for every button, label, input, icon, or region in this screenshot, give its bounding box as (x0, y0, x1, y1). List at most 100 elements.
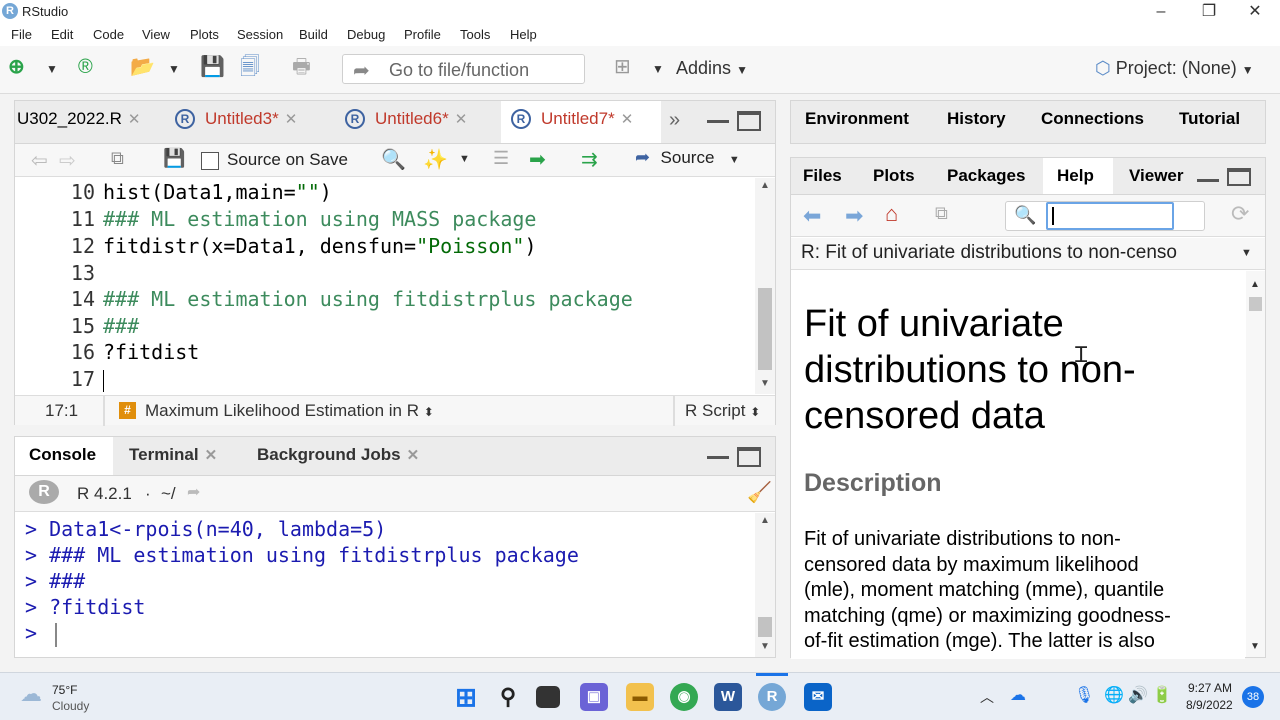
forward-icon[interactable]: ⇨ (59, 148, 76, 173)
run-line-icon[interactable]: ➡ (529, 147, 546, 172)
close-tab-icon[interactable]: ✕ (205, 447, 218, 464)
project-menu[interactable]: ⬡ Project: (None) ▼ (1095, 58, 1254, 79)
scroll-down-icon[interactable]: ▼ (760, 641, 770, 652)
new-project-icon[interactable]: ® (78, 56, 93, 78)
tab-tutorial[interactable]: Tutorial (1163, 101, 1263, 143)
go-to-file-input[interactable]: ➦ Go to file/function (342, 54, 585, 84)
chevron-down-icon[interactable]: ▼ (459, 153, 470, 165)
addins-menu[interactable]: Addins ▼ (676, 58, 748, 79)
scroll-thumb[interactable] (758, 288, 772, 370)
editor-scrollbar[interactable]: ▲ ▼ (755, 178, 775, 394)
close-tab-icon[interactable]: ✕ (128, 111, 141, 128)
minimize-pane-icon[interactable] (707, 449, 729, 459)
search-icon[interactable]: 🔍 (381, 147, 406, 172)
source-button[interactable]: ➦ Source ▼ (635, 147, 740, 168)
clear-console-icon[interactable]: 🧹 (747, 480, 772, 505)
menu-debug[interactable]: Debug (347, 27, 385, 42)
onedrive-icon[interactable]: ☁ (1010, 685, 1026, 705)
chrome-icon[interactable]: ◉ (670, 683, 698, 711)
source-tab[interactable]: U302_2022.R ✕ (15, 101, 165, 143)
tab-packages[interactable]: Packages (933, 158, 1041, 194)
console-scrollbar[interactable]: ▲ ▼ (755, 513, 775, 657)
search-taskbar-icon[interactable]: ⚲ (494, 683, 522, 711)
tab-plots[interactable]: Plots (857, 158, 931, 194)
new-file-icon[interactable]: ⊕ (8, 56, 25, 78)
chevron-down-icon[interactable]: ▼ (168, 58, 180, 80)
scroll-down-icon[interactable]: ▼ (1250, 641, 1260, 652)
maximize-pane-icon[interactable] (737, 447, 761, 467)
open-folder-icon[interactable]: 📂 (130, 56, 155, 78)
menu-view[interactable]: View (142, 27, 170, 42)
scroll-up-icon[interactable]: ▲ (1250, 279, 1260, 290)
menu-code[interactable]: Code (93, 27, 124, 42)
tab-files[interactable]: Files (791, 158, 855, 194)
menu-edit[interactable]: Edit (51, 27, 73, 42)
menu-file[interactable]: File (11, 27, 32, 42)
volume-icon[interactable]: 🔊 (1128, 685, 1148, 705)
tab-terminal[interactable]: Terminal ✕ (115, 437, 243, 475)
battery-icon[interactable]: 🔋 (1152, 685, 1172, 705)
save-icon[interactable]: 💾 (200, 56, 225, 78)
close-tab-icon[interactable]: ✕ (285, 111, 298, 128)
code-editor[interactable]: 10 hist(Data1,main="") 11 ### ML estimat… (15, 178, 755, 394)
go-to-directory-icon[interactable]: ➦ (187, 482, 200, 502)
print-icon[interactable]: 🖶 (292, 56, 311, 78)
minimize-pane-icon[interactable] (1197, 172, 1219, 182)
back-icon[interactable]: ⬅ (803, 203, 821, 229)
save-icon[interactable]: 💾 (163, 148, 185, 169)
clock-date[interactable]: 8/9/2022 (1186, 698, 1233, 712)
chevron-down-icon[interactable]: ▼ (652, 58, 664, 80)
tab-help[interactable]: Help (1043, 158, 1113, 194)
tab-environment[interactable]: Environment (791, 101, 931, 143)
outline-icon[interactable]: ☰ (493, 148, 509, 169)
close-window-button[interactable]: ✕ (1232, 0, 1278, 24)
close-tab-icon[interactable]: ✕ (407, 447, 420, 464)
menu-tools[interactable]: Tools (460, 27, 490, 42)
tab-background-jobs[interactable]: Background Jobs ✕ (245, 437, 441, 475)
scroll-up-icon[interactable]: ▲ (760, 180, 770, 191)
notification-badge[interactable]: 38 (1242, 686, 1264, 708)
help-scrollbar[interactable]: ▲ ▼ (1246, 271, 1265, 657)
teams-icon[interactable]: ▣ (580, 683, 608, 711)
show-in-window-icon[interactable]: ⧉ (111, 148, 124, 169)
help-search-input[interactable] (1046, 202, 1174, 230)
scroll-thumb[interactable] (1249, 297, 1262, 311)
menu-plots[interactable]: Plots (190, 27, 219, 42)
console-prompt[interactable]: > (25, 621, 49, 645)
magic-wand-icon[interactable]: ✨ (423, 147, 448, 172)
home-icon[interactable]: ⌂ (885, 201, 898, 227)
chevron-up-icon[interactable]: ︿ (980, 687, 994, 707)
maximize-pane-icon[interactable] (737, 111, 761, 131)
source-tab-active[interactable]: R Untitled7* ✕ (501, 101, 661, 143)
working-directory[interactable]: ~/ (161, 484, 176, 504)
refresh-icon[interactable]: ⟳ (1231, 201, 1249, 227)
back-icon[interactable]: ⇦ (31, 148, 48, 173)
cloud-weather-icon[interactable]: ☁ (20, 681, 42, 707)
menu-help[interactable]: Help (510, 27, 537, 42)
scroll-thumb[interactable] (758, 617, 772, 637)
language-icon[interactable]: 🌐 (1104, 685, 1124, 705)
tab-connections[interactable]: Connections (1025, 101, 1161, 143)
restore-pane-icon[interactable] (1227, 168, 1251, 186)
scroll-up-icon[interactable]: ▲ (760, 515, 770, 526)
help-topic-selector[interactable]: R: Fit of univariate distributions to no… (791, 238, 1265, 270)
forward-icon[interactable]: ➡ (845, 203, 863, 229)
tab-console[interactable]: Console (15, 437, 113, 475)
chevron-down-icon[interactable]: ▼ (46, 58, 58, 80)
scroll-down-icon[interactable]: ▼ (760, 378, 770, 389)
show-in-window-icon[interactable]: ⧉ (935, 203, 948, 224)
source-on-save-checkbox[interactable] (201, 152, 219, 170)
file-explorer-icon[interactable]: ▬ (626, 683, 654, 711)
file-type-selector[interactable]: R Script ⬍ (685, 401, 760, 421)
menu-profile[interactable]: Profile (404, 27, 441, 42)
task-view-icon[interactable] (536, 686, 560, 708)
rerun-icon[interactable]: ⇉ (581, 147, 598, 172)
close-tab-icon[interactable]: ✕ (455, 111, 468, 128)
restore-button[interactable]: ❐ (1186, 0, 1232, 24)
close-tab-icon[interactable]: ✕ (621, 111, 634, 128)
save-all-icon[interactable]: 🗐 (240, 56, 260, 78)
microphone-icon[interactable]: 🎙 (1074, 685, 1094, 705)
menu-build[interactable]: Build (299, 27, 328, 42)
source-tab[interactable]: R Untitled6* ✕ (335, 101, 499, 143)
section-navigator[interactable]: Maximum Likelihood Estimation in R ⬍ (145, 401, 434, 421)
